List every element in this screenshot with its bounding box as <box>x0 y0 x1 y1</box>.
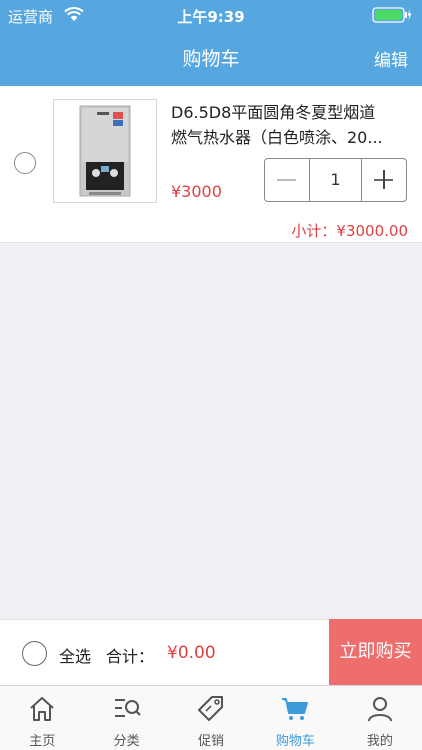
select-all-checkbox[interactable] <box>22 641 47 666</box>
quantity-value[interactable]: 1 <box>310 159 361 201</box>
product-name-line2: 燃气热水器（白色喷涂、20... <box>171 128 383 147</box>
tab-promotion[interactable]: 促销 <box>169 686 253 750</box>
total-label: 合计： <box>106 647 155 666</box>
tab-bar: 主页 分类 促销 购物车 我的 <box>0 685 422 750</box>
decrease-quantity-button[interactable] <box>265 159 310 201</box>
edit-button[interactable]: 编辑 <box>374 46 408 71</box>
total-value: ¥0.00 <box>167 643 216 663</box>
app-header: 运营商 上午9:39 购物车 编辑 <box>0 0 422 86</box>
tab-home-label: 主页 <box>29 734 56 749</box>
tab-profile[interactable]: 我的 <box>338 686 422 750</box>
home-icon <box>30 697 54 721</box>
product-name-line1: D6.5D8平面圆角冬夏型烟道 <box>171 103 376 122</box>
tab-category-label: 分类 <box>113 734 140 749</box>
tab-home[interactable]: 主页 <box>0 686 84 750</box>
quantity-stepper: 1 <box>264 158 407 202</box>
tab-promotion-label: 促销 <box>198 734 225 749</box>
cart-item: D6.5D8平面圆角冬夏型烟道 燃气热水器（白色喷涂、20... ¥3000 1… <box>0 86 422 243</box>
cart-icon <box>282 698 309 720</box>
status-bar: 运营商 上午9:39 <box>0 0 422 30</box>
category-search-icon <box>114 699 141 717</box>
tab-cart-label: 购物车 <box>275 734 315 749</box>
checkout-bar: 全选 合计： ¥0.00 立即购买 <box>0 619 422 685</box>
buy-now-button[interactable]: 立即购买 <box>329 619 422 685</box>
status-time: 上午9:39 <box>177 8 245 26</box>
tab-profile-label: 我的 <box>366 734 393 749</box>
product-price: ¥3000 <box>171 182 222 201</box>
select-all-label[interactable]: 全选 <box>59 643 91 667</box>
increase-quantity-button[interactable] <box>361 159 406 201</box>
page-title: 购物车 <box>182 48 240 70</box>
user-icon <box>367 697 392 722</box>
item-select-checkbox[interactable] <box>14 152 36 174</box>
product-name[interactable]: D6.5D8平面圆角冬夏型烟道 燃气热水器（白色喷涂、20... <box>171 100 413 150</box>
product-image[interactable] <box>53 99 157 203</box>
tag-icon <box>198 696 224 721</box>
battery-icon <box>372 7 412 27</box>
item-subtotal: 小计：¥3000.00 <box>291 222 408 240</box>
tab-cart[interactable]: 购物车 <box>253 686 337 750</box>
tab-category[interactable]: 分类 <box>84 686 168 750</box>
